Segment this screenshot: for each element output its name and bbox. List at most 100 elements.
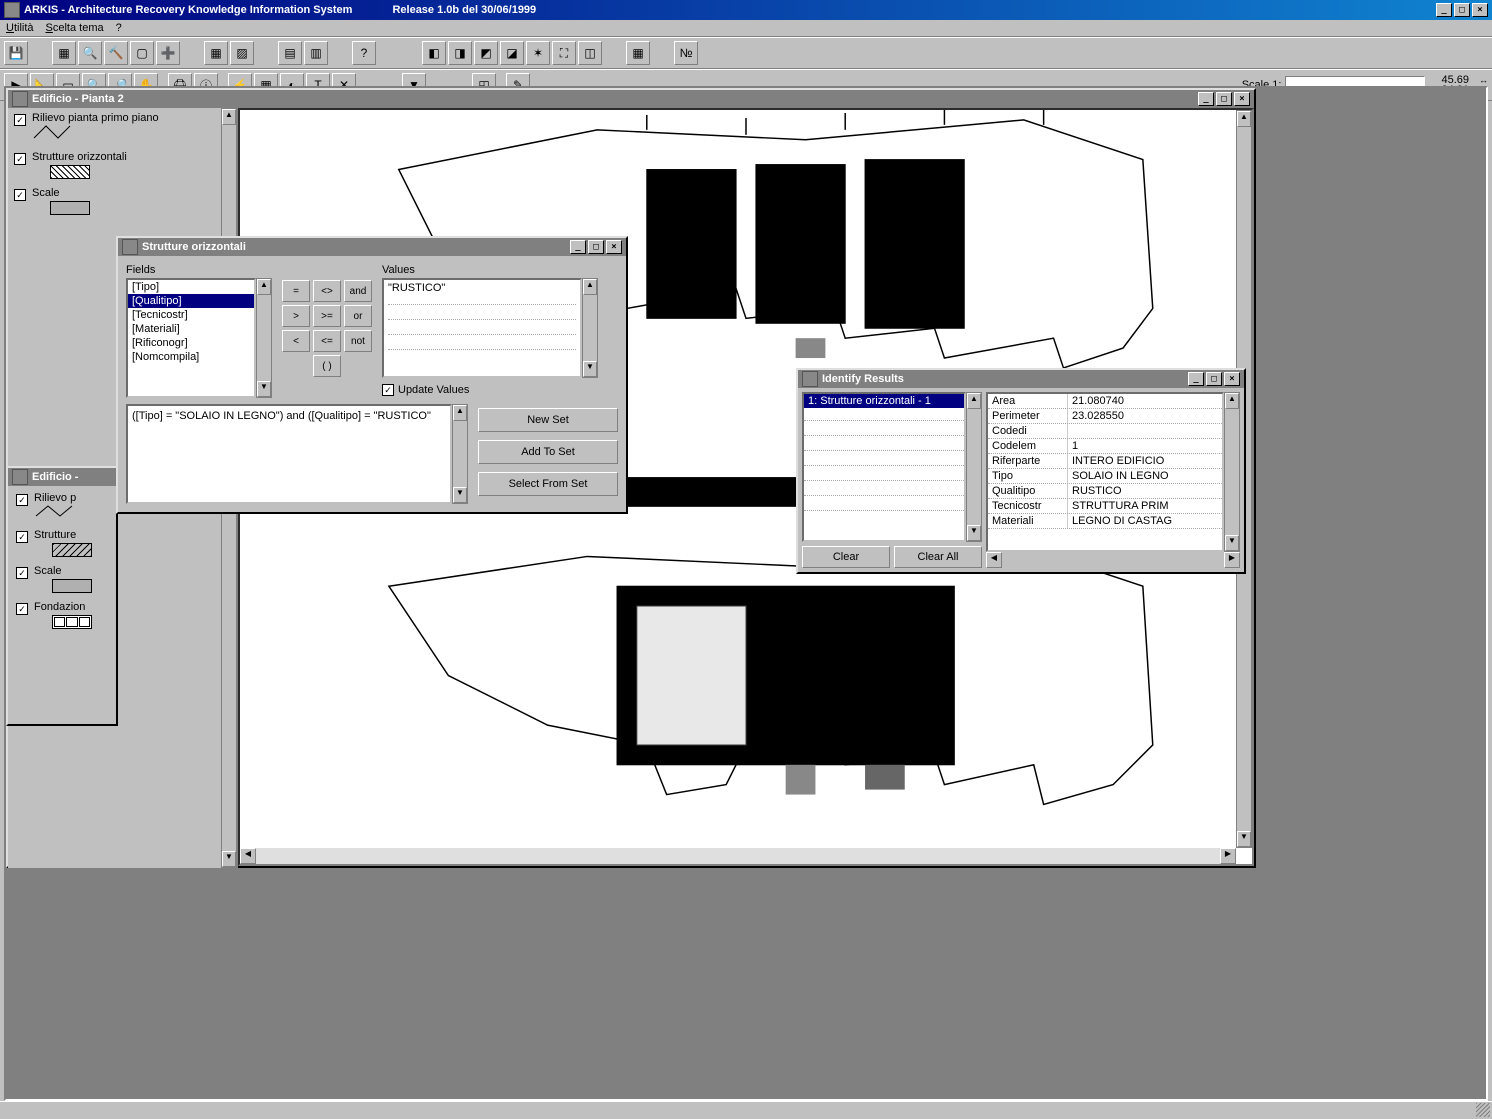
layer-item[interactable]: ✓Fondazion (10, 597, 114, 633)
identify-list[interactable]: 1: Strutture orizzontali - 1 (802, 392, 966, 542)
child-window-2: Edificio - ✓Rilievo p ✓Strutture ✓Scale … (6, 466, 118, 726)
close-button[interactable]: × (1472, 3, 1488, 17)
query-close-button[interactable]: × (606, 240, 622, 254)
values-listbox[interactable]: "RUSTICO" (382, 278, 582, 378)
tool-grid1-icon[interactable]: ▦ (204, 41, 228, 65)
identify-titlebar[interactable]: Identify Results _ □ × (798, 370, 1244, 388)
child2-titlebar[interactable]: Edificio - (8, 468, 116, 486)
layer-item[interactable]: ✓ Rilievo pianta primo piano (8, 108, 237, 147)
tool-save-icon[interactable]: 💾 (4, 41, 28, 65)
tool-layer1-icon[interactable]: ▤ (278, 41, 302, 65)
layer-item[interactable]: ✓Rilievo p (10, 488, 114, 525)
child1-min-button[interactable]: _ (1198, 92, 1214, 106)
menu-scelta-tema[interactable]: Scelta tema (46, 22, 104, 34)
tool-calc-icon[interactable]: ▦ (52, 41, 76, 65)
expression-box[interactable]: ([Tipo] = "SOLAIO IN LEGNO") and ([Quali… (126, 404, 452, 504)
child1-max-button[interactable]: □ (1216, 92, 1232, 106)
tool-a6-icon[interactable]: ⛶ (552, 41, 576, 65)
clear-button[interactable]: Clear (802, 546, 890, 568)
list-item[interactable]: "RUSTICO" (388, 282, 576, 294)
fields-listbox[interactable]: [Tipo] [Qualitipo] [Tecnicostr] [Materia… (126, 278, 256, 398)
layer-item[interactable]: ✓ Scale (8, 183, 237, 219)
child1-title: Edificio - Pianta 2 (32, 93, 124, 105)
child1-titlebar[interactable]: Edificio - Pianta 2 _ □ × (8, 90, 1254, 108)
update-values-checkbox[interactable]: ✓ (382, 384, 394, 396)
tool-grid2-icon[interactable]: ▨ (230, 41, 254, 65)
tool-a2-icon[interactable]: ◨ (448, 41, 472, 65)
clear-all-button[interactable]: Clear All (894, 546, 982, 568)
tool-a4-icon[interactable]: ◪ (500, 41, 524, 65)
list-item[interactable]: [Materiali] (128, 322, 254, 336)
table-row: Area21.080740 (988, 394, 1222, 409)
layer-label: Rilievo pianta primo piano (32, 112, 159, 124)
statusbar (0, 1101, 1492, 1119)
op-lt-button[interactable]: < (282, 330, 310, 352)
tool-a1-icon[interactable]: ◧ (422, 41, 446, 65)
tool-a3-icon[interactable]: ◩ (474, 41, 498, 65)
table-row: MaterialiLEGNO DI CASTAG (988, 514, 1222, 529)
select-from-set-button[interactable]: Select From Set (478, 472, 618, 496)
query-titlebar[interactable]: Strutture orizzontali _ □ × (118, 238, 626, 256)
list-item[interactable]: [Nomcompila] (128, 350, 254, 364)
fields-scrollbar[interactable]: ▲▼ (256, 278, 272, 398)
op-le-button[interactable]: <= (313, 330, 341, 352)
identify-props: Area21.080740 Perimeter23.028550 Codedi … (986, 392, 1224, 552)
op-ne-button[interactable]: <> (313, 280, 341, 302)
list-item[interactable]: [Qualitipo] (128, 294, 254, 308)
tool-find-icon[interactable]: 🔍 (78, 41, 102, 65)
map-hscroll[interactable]: ◀▶ (240, 848, 1236, 864)
values-scrollbar[interactable]: ▲▼ (582, 278, 598, 378)
tool-info-icon[interactable]: ? (352, 41, 376, 65)
identify-props-vscroll[interactable]: ▲▼ (1224, 392, 1240, 552)
fields-label: Fields (126, 264, 272, 276)
layer-item[interactable]: ✓Scale (10, 561, 114, 597)
tool-a7-icon[interactable]: ◫ (578, 41, 602, 65)
expr-scrollbar[interactable]: ▲▼ (452, 404, 468, 504)
list-item[interactable]: [Tipo] (128, 280, 254, 294)
values-label: Values (382, 264, 598, 276)
identify-max-button[interactable]: □ (1206, 372, 1222, 386)
resize-grip-icon[interactable] (1476, 1103, 1490, 1117)
tool-hammer-icon[interactable]: 🔨 (104, 41, 128, 65)
query-max-button[interactable]: □ (588, 240, 604, 254)
identify-title: Identify Results (822, 373, 904, 385)
tool-help-icon[interactable]: № (674, 41, 698, 65)
tool-b1-icon[interactable]: ▦ (626, 41, 650, 65)
list-item[interactable]: 1: Strutture orizzontali - 1 (804, 394, 964, 408)
layer-checkbox[interactable]: ✓ (14, 153, 26, 165)
tool-plus-icon[interactable]: ➕ (156, 41, 180, 65)
tool-doc-icon[interactable]: ▢ (130, 41, 154, 65)
op-gt-button[interactable]: > (282, 305, 310, 327)
menu-utilita[interactable]: UUtilitàtilità (6, 22, 34, 34)
identify-props-hscroll[interactable]: ◀▶ (986, 552, 1240, 568)
add-to-set-button[interactable]: Add To Set (478, 440, 618, 464)
tool-layer2-icon[interactable]: ▥ (304, 41, 328, 65)
identify-min-button[interactable]: _ (1188, 372, 1204, 386)
query-title: Strutture orizzontali (142, 241, 246, 253)
op-eq-button[interactable]: = (282, 280, 310, 302)
op-paren-button[interactable]: ( ) (313, 355, 341, 377)
main-toolbar: 💾 ▦ 🔍 🔨 ▢ ➕ ▦ ▨ ▤ ▥ ? ◧ ◨ ◩ ◪ ✶ ⛶ ◫ ▦ № (0, 37, 1492, 69)
menu-help[interactable]: ? (116, 22, 122, 34)
layer-checkbox[interactable]: ✓ (14, 114, 26, 126)
op-and-button[interactable]: and (344, 280, 372, 302)
minimize-button[interactable]: _ (1436, 3, 1452, 17)
op-not-button[interactable]: not (344, 330, 372, 352)
layer-checkbox[interactable]: ✓ (14, 189, 26, 201)
new-set-button[interactable]: New Set (478, 408, 618, 432)
table-row: RiferparteINTERO EDIFICIO (988, 454, 1222, 469)
child1-close-button[interactable]: × (1234, 92, 1250, 106)
identify-close-button[interactable]: × (1224, 372, 1240, 386)
identify-list-scrollbar[interactable]: ▲▼ (966, 392, 982, 542)
maximize-button[interactable]: □ (1454, 3, 1470, 17)
layer-item[interactable]: ✓ Strutture orizzontali (8, 147, 237, 183)
op-or-button[interactable]: or (344, 305, 372, 327)
op-ge-button[interactable]: >= (313, 305, 341, 327)
list-item[interactable]: [Tecnicostr] (128, 308, 254, 322)
tool-a5-icon[interactable]: ✶ (526, 41, 550, 65)
query-min-button[interactable]: _ (570, 240, 586, 254)
layer-item[interactable]: ✓Strutture (10, 525, 114, 561)
layer-label: Scale (32, 187, 90, 199)
operator-grid: = <> and > >= or < <= not ( ) (282, 280, 372, 377)
list-item[interactable]: [Rificonogr] (128, 336, 254, 350)
